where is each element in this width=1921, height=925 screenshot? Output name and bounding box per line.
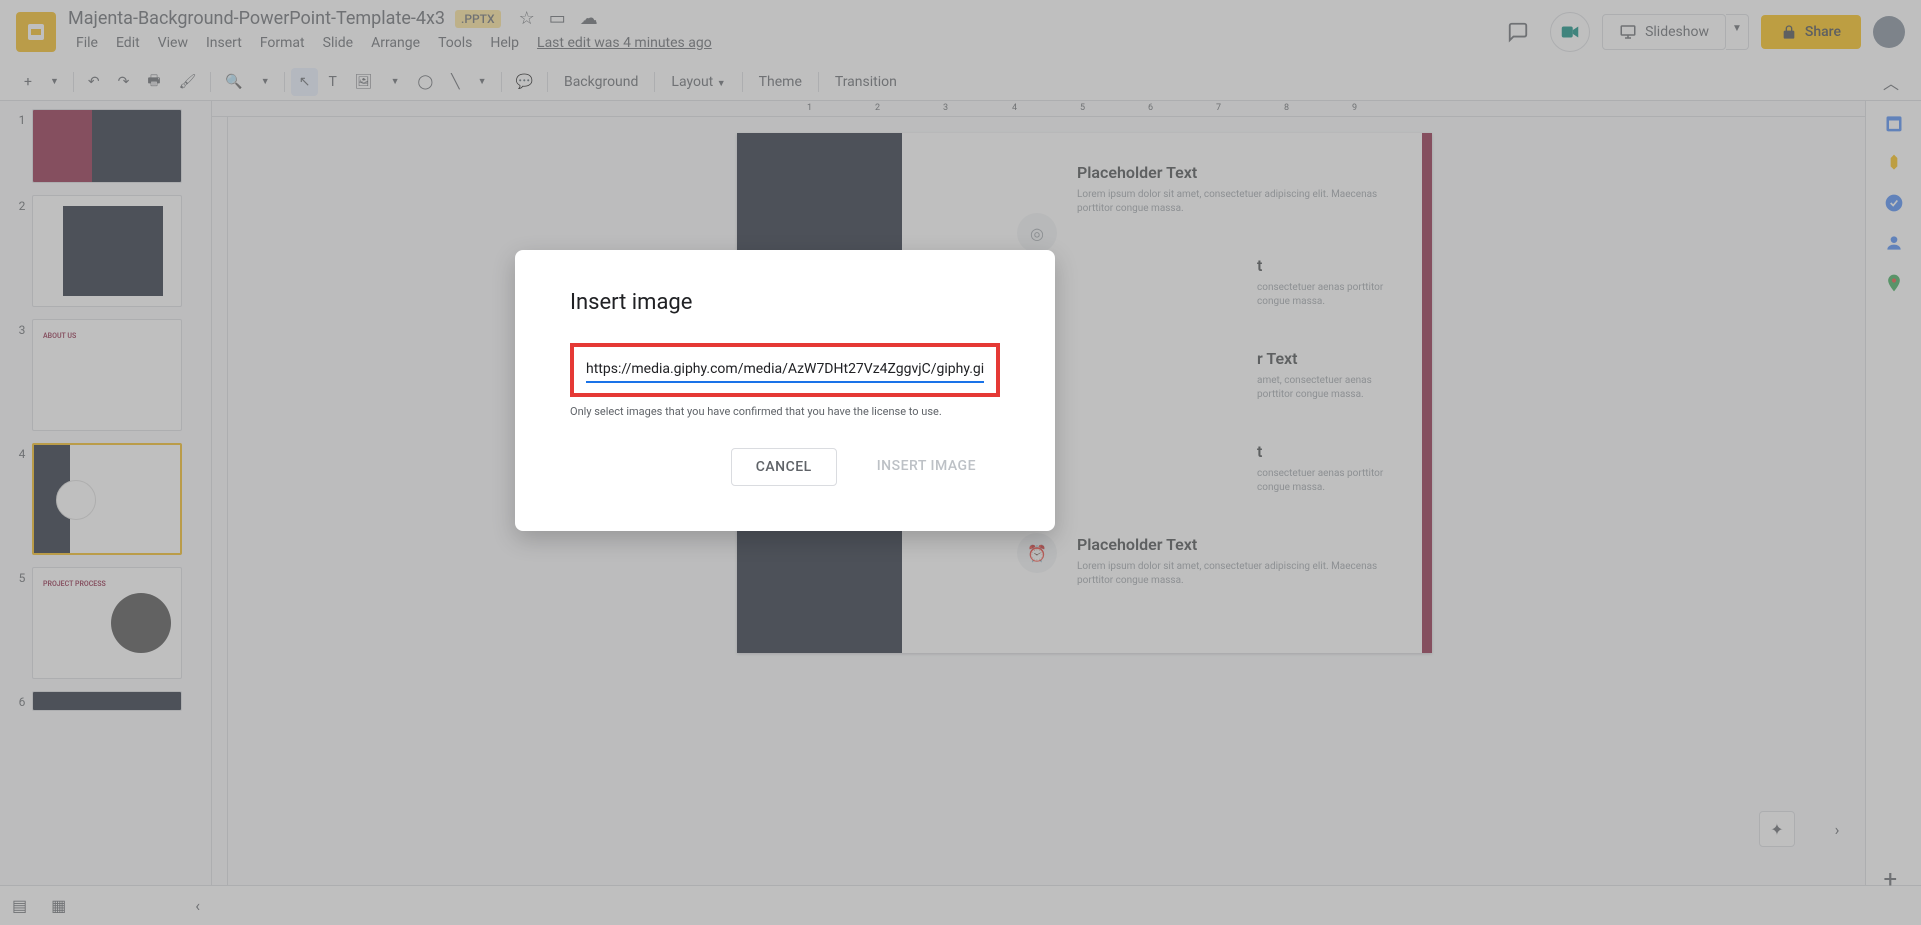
image-url-input[interactable]: [586, 357, 984, 383]
modal-hint: Only select images that you have confirm…: [570, 405, 1000, 418]
url-input-highlight: [570, 343, 1000, 397]
insert-image-modal: Insert image Only select images that you…: [515, 250, 1055, 531]
insert-image-button[interactable]: INSERT IMAGE: [853, 448, 1000, 486]
modal-title: Insert image: [570, 290, 1000, 315]
cancel-button[interactable]: CANCEL: [731, 448, 837, 486]
